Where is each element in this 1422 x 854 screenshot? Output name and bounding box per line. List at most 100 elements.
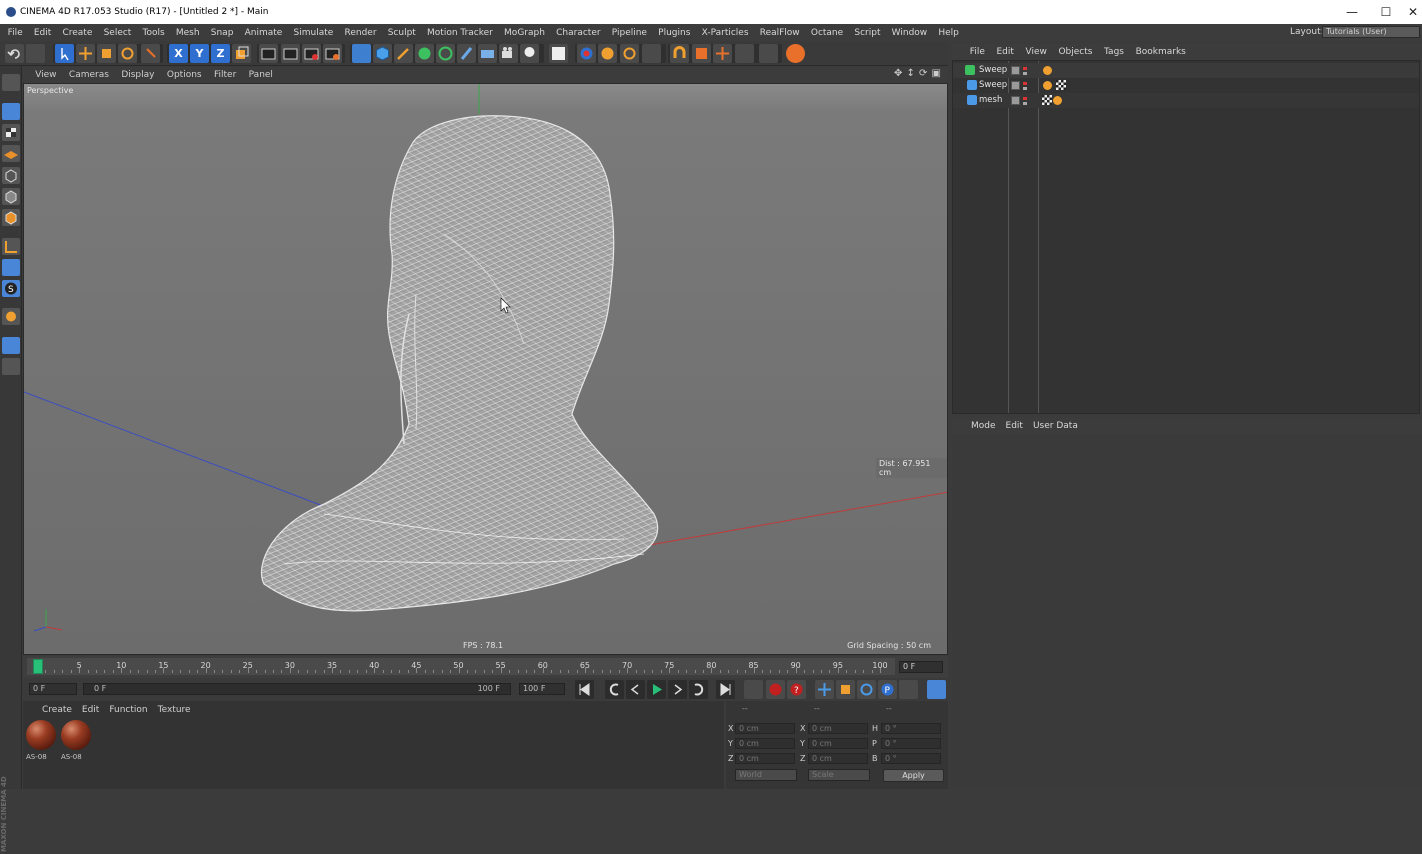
phong-tag-icon[interactable]: [1043, 66, 1052, 75]
layer-dot-icon[interactable]: [1023, 82, 1027, 90]
model-mode-icon[interactable]: [2, 103, 20, 120]
perspective-viewport[interactable]: Perspective Dist : 67.951 cm FPS : 78.1 …: [23, 83, 948, 655]
pen-spline-icon[interactable]: [394, 44, 413, 63]
coordinate-space-select[interactable]: World: [735, 769, 797, 781]
snap-icon[interactable]: S: [2, 280, 20, 297]
material-menu-texture[interactable]: Texture: [153, 705, 196, 715]
viewport-menu-display[interactable]: Display: [115, 70, 161, 80]
end-frame-field[interactable]: 100 F: [519, 683, 565, 695]
coord-value-field[interactable]: 0 cm: [808, 753, 868, 764]
move-arrows-icon[interactable]: [76, 44, 95, 63]
menu-script[interactable]: Script: [849, 28, 886, 38]
layer-solo-icon[interactable]: [2, 358, 20, 375]
frame-range-slider[interactable]: 0 F 100 F: [83, 683, 511, 695]
apply-button[interactable]: Apply: [883, 769, 944, 782]
menu-animate[interactable]: Animate: [239, 28, 288, 38]
menu-tools[interactable]: Tools: [137, 28, 170, 38]
camera-icon[interactable]: [499, 44, 518, 63]
edges-mode-icon[interactable]: [2, 188, 20, 205]
go-to-end-icon[interactable]: [716, 680, 735, 699]
coord-value-field[interactable]: 0 cm: [808, 738, 868, 749]
xparticles-gear-icon[interactable]: [598, 44, 617, 63]
material-swatch[interactable]: AS-08: [60, 719, 92, 764]
maximize-button[interactable]: ☐: [1368, 0, 1404, 24]
coord-value-field[interactable]: 0 cm: [735, 753, 795, 764]
object-menu-edit[interactable]: Edit: [991, 47, 1020, 57]
timeline-track[interactable]: 0510152025303540455055606570758085909510…: [27, 658, 895, 675]
sculpt-brush-icon[interactable]: [2, 308, 20, 325]
menu-edit[interactable]: Edit: [28, 28, 57, 38]
camera-label[interactable]: Perspective: [27, 86, 73, 95]
viewport-menu-options[interactable]: Options: [161, 70, 208, 80]
phong-tag-icon[interactable]: [1053, 96, 1062, 105]
object-row[interactable]: Sweep: [953, 78, 1419, 93]
move-tool-icon[interactable]: [55, 44, 74, 63]
layer-lock-icon[interactable]: [2, 337, 20, 354]
y-axis-lock-icon[interactable]: Y: [190, 44, 209, 63]
key-pla-icon[interactable]: [899, 680, 918, 699]
x-axis-lock-icon[interactable]: X: [169, 44, 188, 63]
key-position-icon[interactable]: [815, 680, 834, 699]
menu-character[interactable]: Character: [551, 28, 607, 38]
rotate-tool-icon[interactable]: [118, 44, 137, 63]
material-swatch[interactable]: AS-08: [25, 719, 57, 764]
light-icon[interactable]: [520, 44, 539, 63]
menu-plugins[interactable]: Plugins: [653, 28, 696, 38]
floor-icon[interactable]: [478, 44, 497, 63]
coord-value-field[interactable]: 0 °: [881, 738, 941, 749]
render-view-icon[interactable]: [259, 44, 278, 63]
grid-icon[interactable]: [735, 44, 754, 63]
digital-unit-icon[interactable]: [352, 44, 371, 63]
autokeying-icon[interactable]: ?: [787, 680, 806, 699]
start-frame-field[interactable]: 0 F: [29, 683, 77, 695]
key-parameter-icon[interactable]: P: [878, 680, 897, 699]
coordinate-system-icon[interactable]: [232, 44, 251, 63]
coord-value-field[interactable]: 0 cm: [735, 723, 795, 734]
attribute-menu-mode[interactable]: Mode: [966, 421, 1001, 431]
layout-select[interactable]: Tutorials (User): [1322, 26, 1420, 38]
menu-x-particles[interactable]: X-Particles: [696, 28, 754, 38]
octane-icon[interactable]: [577, 44, 596, 63]
symmetry-icon[interactable]: [759, 44, 778, 63]
menu-window[interactable]: Window: [886, 28, 933, 38]
zoom-icon[interactable]: ↕: [907, 69, 918, 80]
visibility-toggle-icon[interactable]: [1011, 81, 1020, 90]
axis-snap-icon[interactable]: [713, 44, 732, 63]
menu-mesh[interactable]: Mesh: [170, 28, 205, 38]
go-to-start-icon[interactable]: [575, 680, 594, 699]
coord-value-field[interactable]: 0 °: [881, 723, 941, 734]
scale-tool-icon[interactable]: [97, 44, 116, 63]
visibility-toggle-icon[interactable]: [1011, 96, 1020, 105]
object-menu-file[interactable]: File: [964, 47, 991, 57]
z-axis-lock-icon[interactable]: Z: [211, 44, 230, 63]
live-selection-icon[interactable]: [141, 44, 160, 63]
object-name[interactable]: Sweep: [979, 65, 1007, 75]
workplane-icon[interactable]: [692, 44, 711, 63]
pan-icon[interactable]: ✥: [894, 69, 905, 80]
subdivision-surface-icon[interactable]: [415, 44, 434, 63]
maximize-view-icon[interactable]: ▣: [932, 69, 943, 80]
workplane-mode-icon[interactable]: [2, 145, 20, 162]
emitter-icon[interactable]: [620, 44, 639, 63]
timeline-ruler[interactable]: 0510152025303540455055606570758085909510…: [23, 656, 948, 678]
minimize-button[interactable]: —: [1334, 0, 1370, 24]
viewport-menu-panel[interactable]: Panel: [242, 70, 279, 80]
layer-dot-icon[interactable]: [1023, 97, 1027, 105]
orbit-icon[interactable]: ⟳: [919, 69, 930, 80]
coord-value-field[interactable]: 0 cm: [735, 738, 795, 749]
make-editable-icon[interactable]: [2, 74, 20, 91]
attribute-menu-edit[interactable]: Edit: [1001, 421, 1028, 431]
object-name[interactable]: Sweep: [979, 80, 1007, 90]
render-orb-icon[interactable]: [786, 44, 805, 63]
cube-icon[interactable]: [373, 44, 392, 63]
object-menu-view[interactable]: View: [1020, 47, 1053, 57]
menu-simulate[interactable]: Simulate: [288, 28, 339, 38]
visibility-toggle-icon[interactable]: [1011, 66, 1020, 75]
record-keys-off-icon[interactable]: [744, 680, 763, 699]
deformer-icon[interactable]: [457, 44, 476, 63]
object-row[interactable]: Sweep: [953, 63, 1419, 78]
menu-snap[interactable]: Snap: [205, 28, 239, 38]
object-menu-tags[interactable]: Tags: [1098, 47, 1130, 57]
menu-pipeline[interactable]: Pipeline: [606, 28, 652, 38]
play-icon[interactable]: [647, 680, 666, 699]
